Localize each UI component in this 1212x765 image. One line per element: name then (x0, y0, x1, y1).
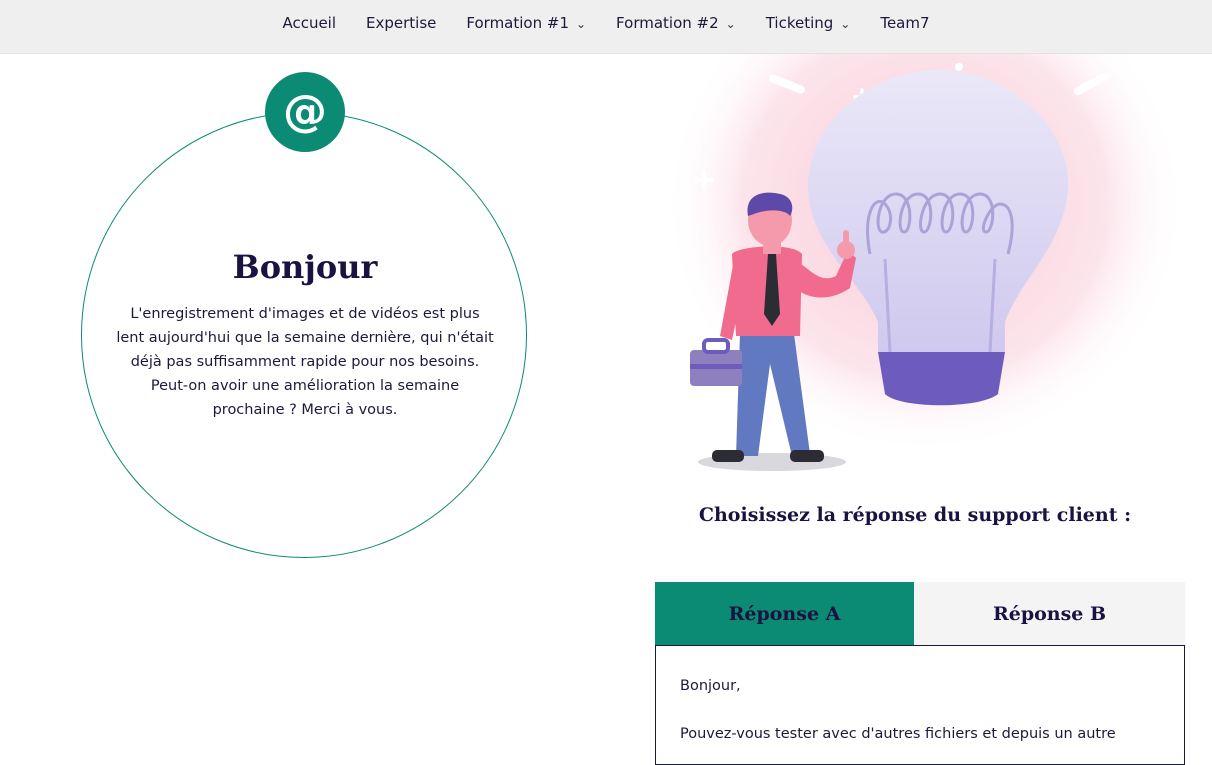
chevron-down-icon: ⌄ (725, 17, 736, 31)
response-tabs: Réponse A Réponse B (655, 582, 1185, 645)
response-greeting: Bonjour, (680, 678, 741, 694)
tab-reponse-b[interactable]: Réponse B (914, 582, 1185, 645)
tab-reponse-a[interactable]: Réponse A (655, 582, 914, 645)
nav-label: Expertise (366, 14, 437, 32)
nav-item-formation-1[interactable]: Formation #1 ⌄ (451, 14, 601, 32)
nav-item-team7[interactable]: Team7 (865, 14, 944, 32)
man-shoe (790, 450, 824, 462)
nav-item-accueil[interactable]: Accueil (267, 14, 351, 32)
bulb-base (878, 352, 1005, 406)
nav-label: Formation #1 (466, 14, 569, 32)
man-shoe (712, 450, 744, 462)
nav-label: Team7 (880, 14, 930, 32)
chevron-down-icon: ⌄ (575, 17, 587, 31)
message-title: Bonjour (232, 248, 378, 286)
nav-label: Ticketing (765, 14, 834, 32)
at-sign-icon: @ (265, 72, 345, 152)
response-panel: Bonjour, Pouvez-vous tester avec d'autre… (655, 645, 1185, 765)
nav-item-formation-2[interactable]: Formation #2 ⌄ (601, 14, 751, 32)
lightbulb-businessman-illustration (665, 54, 1185, 471)
nav-label: Formation #2 (616, 14, 719, 32)
support-heading: Choisissez la réponse du support client … (698, 504, 1132, 526)
man-finger (843, 230, 849, 246)
response-text: Pouvez-vous tester avec d'autres fichier… (680, 726, 1116, 742)
nav-item-ticketing[interactable]: Ticketing ⌄ (751, 14, 866, 32)
nav-item-expertise[interactable]: Expertise (351, 14, 451, 32)
top-navigation: Accueil Expertise Formation #1 ⌄ Formatio… (0, 0, 1212, 54)
customer-message: L'enregistrement d'images et de vidéos e… (116, 306, 494, 418)
chevron-down-icon: ⌄ (840, 17, 851, 31)
briefcase-band (690, 364, 742, 369)
nav-label: Accueil (282, 14, 337, 32)
sparkle (955, 63, 963, 71)
